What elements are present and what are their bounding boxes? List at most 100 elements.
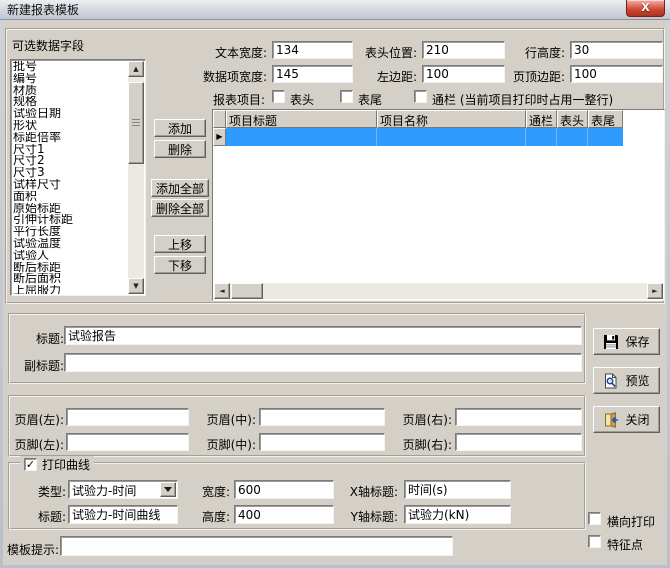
full-row-checkbox-label: 通栏 (当前项目打印时占用一整行)	[432, 91, 613, 108]
header-left-label: 页眉(左):	[10, 411, 64, 428]
list-item[interactable]: 上屈服力	[13, 285, 128, 294]
grid-horizontal-scrollbar[interactable]: ◄ ►	[214, 283, 663, 299]
header-left-input[interactable]	[66, 408, 189, 426]
report-items-grid[interactable]: 项目标题 项目名称 通栏 表头 表尾 ▶ ◄ ►	[212, 109, 665, 301]
window-title: 新建报表模板	[7, 1, 79, 18]
grid-selected-row[interactable]: ▶	[213, 128, 664, 146]
data-item-width-label: 数据项宽度:	[157, 68, 267, 85]
subtitle-input[interactable]	[64, 353, 582, 372]
title-input[interactable]	[64, 326, 582, 345]
grid-selector-header	[213, 110, 226, 128]
preview-icon	[603, 373, 619, 389]
save-button[interactable]: 保存	[593, 328, 660, 355]
curve-type-select[interactable]: 试验力-时间	[68, 480, 178, 499]
list-item[interactable]: 尺寸2	[13, 155, 128, 167]
print-curve-label: 打印曲线	[42, 456, 90, 473]
grid-col-header: 表头	[557, 110, 588, 128]
full-row-checkbox[interactable]	[414, 90, 427, 103]
scroll-up-icon[interactable]: ▲	[128, 61, 144, 77]
thumb-grip	[132, 119, 140, 127]
scroll-down-icon[interactable]: ▼	[128, 278, 144, 294]
header-footer-group: 页眉(左): 页眉(中): 页眉(右): 页脚(左): 页脚(中): 页脚(右)…	[8, 395, 586, 457]
move-up-button[interactable]: 上移	[154, 235, 206, 253]
list-item[interactable]: 材质	[13, 85, 128, 97]
footer-left-input[interactable]	[66, 433, 189, 451]
list-item[interactable]: 平行长度	[13, 226, 128, 238]
table-header-checkbox[interactable]	[272, 90, 285, 103]
template-hint-label: 模板提示:	[7, 541, 59, 558]
list-item[interactable]: 引伸计标距	[13, 214, 128, 226]
data-fields-list[interactable]: 批号编号材质规格试验日期形状标距倍率尺寸1尺寸2尺寸3试样尺寸面积原始标距引伸计…	[10, 59, 146, 296]
scroll-left-icon[interactable]: ◄	[214, 283, 230, 299]
row-height-label: 行高度:	[455, 44, 565, 61]
table-footer-checkbox[interactable]	[340, 90, 353, 103]
grid-col-item-name: 项目名称	[377, 110, 526, 128]
list-item[interactable]: 批号	[13, 61, 128, 73]
x-axis-input[interactable]	[404, 480, 511, 499]
subtitle-label: 副标题:	[10, 357, 64, 374]
close-button[interactable]: 关闭	[593, 406, 660, 433]
scrollbar-thumb[interactable]	[231, 283, 263, 299]
left-margin-label: 左边距:	[307, 68, 417, 85]
list-item[interactable]: 试验人	[13, 250, 128, 262]
row-height-input[interactable]	[570, 41, 663, 59]
preview-button[interactable]: 预览	[593, 367, 660, 394]
curve-height-label: 高度:	[186, 508, 230, 525]
page-top-margin-label: 页顶边距:	[455, 68, 565, 85]
page-top-margin-input[interactable]	[570, 65, 663, 83]
template-hint-input[interactable]	[60, 536, 453, 556]
header-right-input[interactable]	[455, 408, 582, 426]
move-down-button[interactable]: 下移	[154, 256, 206, 274]
landscape-print-label: 横向打印	[607, 513, 655, 530]
footer-center-label: 页脚(中):	[200, 436, 256, 453]
list-item[interactable]: 试验日期	[13, 108, 128, 120]
titlebar[interactable]: 新建报表模板 X	[0, 0, 670, 20]
feature-points-label: 特征点	[607, 536, 643, 553]
print-curve-group: ✓ 打印曲线 类型: 试验力-时间 宽度: X轴标题: 标题: 高度: Y轴标题…	[8, 462, 586, 530]
footer-right-label: 页脚(右):	[396, 436, 452, 453]
x-axis-label: X轴标题:	[336, 483, 398, 500]
add-button[interactable]: 添加	[154, 119, 206, 137]
landscape-print-checkbox[interactable]	[588, 512, 601, 525]
list-item[interactable]: 尺寸3	[13, 167, 128, 179]
list-item[interactable]: 形状	[13, 120, 128, 132]
list-item[interactable]: 面积	[13, 191, 128, 203]
list-item[interactable]: 试样尺寸	[13, 179, 128, 191]
data-fields-items: 批号编号材质规格试验日期形状标距倍率尺寸1尺寸2尺寸3试样尺寸面积原始标距引伸计…	[13, 61, 128, 294]
table-footer-checkbox-label: 表尾	[358, 91, 382, 108]
header-right-label: 页眉(右):	[396, 411, 452, 428]
report-item-label: 报表项目:	[155, 91, 265, 108]
list-item[interactable]: 标距倍率	[13, 132, 128, 144]
list-item[interactable]: 试验温度	[13, 238, 128, 250]
footer-right-input[interactable]	[455, 433, 582, 451]
add-all-button[interactable]: 添加全部	[151, 179, 209, 197]
footer-left-label: 页脚(左):	[10, 436, 64, 453]
remove-button[interactable]: 删除	[154, 140, 206, 158]
feature-points-checkbox[interactable]	[588, 535, 601, 548]
close-icon[interactable]: X	[626, 0, 665, 17]
scroll-right-icon[interactable]: ►	[647, 283, 663, 299]
title-group: 标题: 副标题:	[8, 313, 586, 384]
save-icon	[603, 334, 619, 350]
list-item[interactable]: 编号	[13, 73, 128, 85]
header-center-input[interactable]	[259, 408, 385, 426]
curve-width-input[interactable]	[234, 480, 334, 499]
curve-width-label: 宽度:	[186, 483, 230, 500]
list-item[interactable]: 断后标距	[13, 262, 128, 274]
list-item[interactable]: 尺寸1	[13, 144, 128, 156]
text-width-label: 文本宽度:	[157, 44, 267, 61]
list-item[interactable]: 规格	[13, 96, 128, 108]
scrollbar-thumb[interactable]	[128, 82, 144, 164]
list-item[interactable]: 断后面积	[13, 273, 128, 285]
list-vertical-scrollbar[interactable]: ▲ ▼	[128, 61, 144, 294]
grid-header-row: 项目标题 项目名称 通栏 表头 表尾	[213, 110, 664, 128]
curve-height-input[interactable]	[234, 505, 334, 524]
chevron-down-icon[interactable]	[160, 482, 176, 497]
print-curve-checkbox[interactable]: ✓	[24, 458, 37, 471]
y-axis-input[interactable]	[404, 505, 511, 524]
remove-all-button[interactable]: 删除全部	[151, 199, 209, 217]
footer-center-input[interactable]	[259, 433, 385, 451]
list-item[interactable]: 原始标距	[13, 203, 128, 215]
curve-title-input[interactable]	[68, 505, 178, 524]
grid-col-item-title: 项目标题	[226, 110, 377, 128]
